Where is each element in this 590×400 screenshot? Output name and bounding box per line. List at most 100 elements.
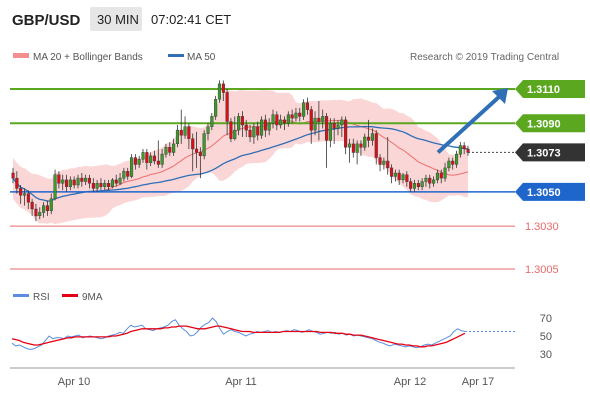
target-price-label: 1.3005 bbox=[525, 264, 559, 276]
candle-body bbox=[455, 153, 459, 165]
candle-body bbox=[409, 181, 413, 189]
candle-body bbox=[367, 136, 371, 141]
candle-body bbox=[401, 174, 405, 180]
candle-body bbox=[87, 177, 91, 184]
rsi-panel: 30 50 70 bbox=[10, 313, 552, 369]
candle-body bbox=[374, 133, 378, 158]
candle-body bbox=[210, 116, 214, 127]
candle-body bbox=[53, 174, 57, 199]
candle-body bbox=[187, 126, 191, 139]
candle-body bbox=[347, 143, 352, 148]
candle-body bbox=[84, 177, 88, 182]
candle-body bbox=[321, 116, 325, 122]
candle-body bbox=[351, 143, 355, 153]
candle-body bbox=[11, 172, 15, 179]
x-tick-label: Apr 10 bbox=[58, 376, 90, 388]
candle-body bbox=[198, 152, 202, 156]
candle-body bbox=[267, 123, 271, 131]
candle-body bbox=[382, 160, 386, 165]
rsi-line bbox=[11, 317, 466, 351]
candle-body bbox=[149, 155, 153, 163]
candle-body bbox=[344, 119, 348, 148]
target-price-label: 1.3030 bbox=[525, 221, 559, 233]
candle-body bbox=[57, 174, 61, 184]
candle-body bbox=[99, 183, 103, 187]
candle-body bbox=[126, 171, 130, 177]
candle-body bbox=[424, 177, 428, 182]
resistance-price-label: 1.3110 bbox=[527, 84, 560, 96]
rsi-ma-legend-label: 9MA bbox=[82, 292, 103, 303]
candle-body bbox=[168, 147, 172, 153]
candle-body bbox=[332, 123, 336, 129]
candle-body bbox=[359, 143, 363, 148]
candle-body bbox=[302, 102, 306, 117]
candle-body bbox=[439, 172, 443, 179]
candle-body bbox=[432, 179, 436, 184]
ma50-legend-swatch bbox=[168, 54, 184, 57]
candle-body bbox=[34, 208, 38, 217]
candle-body bbox=[129, 157, 134, 177]
candle-body bbox=[95, 183, 99, 189]
resistance-price-label: 1.3090 bbox=[527, 118, 561, 130]
candle-body bbox=[336, 124, 340, 129]
candle-body bbox=[15, 177, 19, 189]
ma50-legend-label: MA 50 bbox=[187, 52, 216, 63]
candle-body bbox=[363, 136, 367, 148]
candle-body bbox=[233, 129, 237, 139]
candle-body bbox=[237, 116, 241, 131]
candle-body bbox=[279, 119, 283, 126]
rsi-legend-swatch bbox=[13, 294, 29, 297]
candle-body bbox=[263, 119, 267, 131]
candle-body bbox=[412, 183, 417, 189]
candle-body bbox=[141, 152, 145, 160]
candle-body bbox=[103, 183, 107, 187]
candle-body bbox=[26, 193, 30, 203]
candle-body bbox=[175, 129, 180, 145]
candle-body bbox=[42, 205, 46, 213]
candle-body bbox=[378, 157, 382, 165]
x-tick-label: Apr 12 bbox=[394, 376, 426, 388]
candle-body bbox=[420, 181, 424, 187]
gbpusd-chart: GBP/USD 30 MIN 07:02:41 CET MA 20 + Boll… bbox=[5, 7, 585, 388]
candle-body bbox=[122, 171, 126, 179]
candle-body bbox=[80, 177, 84, 182]
candle-body bbox=[214, 99, 218, 117]
support-price-label: 1.3050 bbox=[527, 187, 561, 199]
candle-body bbox=[183, 126, 187, 136]
candle-body bbox=[252, 126, 256, 138]
candle-body bbox=[191, 138, 195, 150]
copyright-label: Research © 2019 Trading Central bbox=[410, 52, 559, 63]
rsi-tick-label: 30 bbox=[540, 349, 552, 361]
candle-body bbox=[152, 155, 157, 162]
candle-body bbox=[118, 177, 122, 184]
candle-body bbox=[397, 172, 401, 181]
rsi-tick-label: 70 bbox=[540, 313, 552, 325]
candle-body bbox=[45, 205, 49, 211]
price-labels-layer: 1.3110 1.3090 1.3073 1.3050 1.3030 1.3005 bbox=[515, 80, 585, 276]
candle-body bbox=[68, 179, 72, 187]
candle-body bbox=[110, 179, 114, 187]
candle-body bbox=[49, 198, 53, 211]
candle-body bbox=[202, 133, 206, 157]
candle-body bbox=[61, 179, 65, 184]
rsi-tick-label: 50 bbox=[540, 331, 552, 343]
candle-body bbox=[145, 152, 149, 163]
candle-body bbox=[340, 119, 344, 126]
candle-body bbox=[370, 133, 375, 141]
candle-body bbox=[443, 167, 447, 179]
candle-body bbox=[290, 114, 294, 119]
candle-body bbox=[114, 179, 118, 184]
candle-body bbox=[286, 114, 290, 124]
bollinger-band-layer bbox=[12, 90, 469, 225]
candle-body bbox=[282, 119, 287, 124]
candle-body bbox=[260, 119, 264, 136]
candle-body bbox=[19, 188, 23, 196]
candle-body bbox=[386, 160, 390, 169]
candle-body bbox=[72, 179, 76, 186]
candle-body bbox=[137, 159, 141, 165]
candle-body bbox=[458, 145, 462, 155]
symbol-label: GBP/USD bbox=[12, 12, 81, 29]
candle-body bbox=[172, 143, 176, 153]
rsi-ma-line bbox=[11, 325, 466, 348]
candle-body bbox=[275, 114, 279, 126]
